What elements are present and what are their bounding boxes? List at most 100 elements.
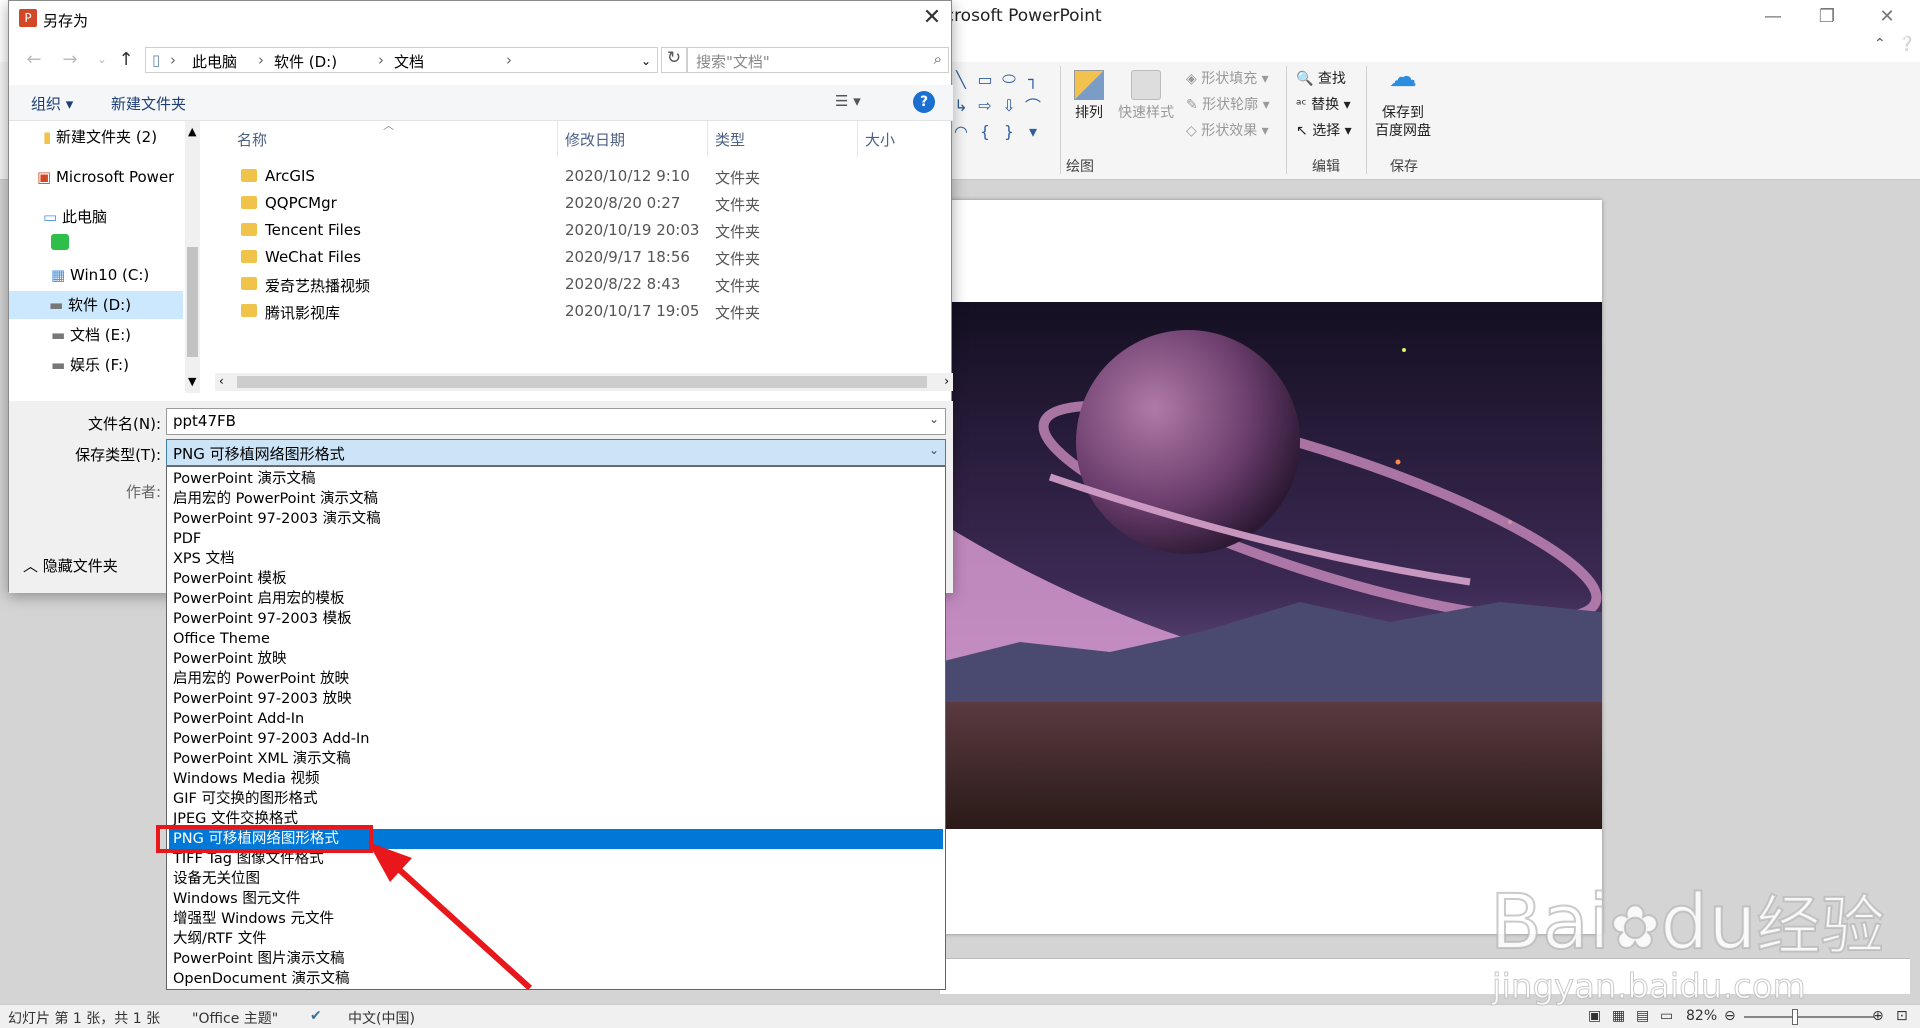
elbow-icon[interactable]: ┐ [1022,68,1044,90]
filetype-option[interactable]: PDF [169,529,943,549]
filetype-option[interactable]: GIF 可交换的图形格式 [169,789,943,809]
save-to-baidu-button[interactable]: ☁ 保存到 百度网盘 [1370,63,1436,140]
select-button[interactable]: ↖ 选择 ▾ [1296,120,1352,140]
tree-item-drive-c[interactable]: ▦ Win10 (C:) [51,261,149,289]
filetype-option[interactable]: PowerPoint 97-2003 放映 [169,689,943,709]
quick-styles-button[interactable]: 快速样式 [1114,68,1178,122]
more-shapes-icon[interactable]: ▾ [1022,120,1044,142]
back-icon[interactable]: ← [23,49,45,70]
filetype-option[interactable]: PowerPoint 97-2003 Add-In [169,729,943,749]
line-icon[interactable]: ╲ [950,68,972,90]
powerpoint-icon: ▣ [37,168,52,186]
filetype-select[interactable]: PNG 可移植网络图形格式 ⌄ [166,439,946,466]
filetype-option[interactable]: 启用宏的 PowerPoint 放映 [169,669,943,689]
find-button[interactable]: 🔍 查找 [1296,68,1346,88]
help-icon[interactable]: ❔ [1898,36,1915,52]
replace-button[interactable]: ᵃᶜ 替换 ▾ [1296,94,1351,114]
refresh-icon[interactable]: ↻ [661,47,687,73]
up-icon[interactable]: ↑ [115,49,137,70]
shape-effects-button[interactable]: ◇ 形状效果 ▾ [1186,120,1269,140]
file-row[interactable]: Tencent Files 2020/10/19 20:03 文件夹 [207,217,947,244]
tree-scroll-thumb[interactable] [187,247,198,357]
breadcrumb-documents[interactable]: 文档 [394,51,424,72]
close-window-button[interactable]: ✕ [1864,6,1910,30]
filetype-option[interactable]: PowerPoint 放映 [169,649,943,669]
tree-item-this-pc[interactable]: ▭ 此电脑 [43,203,107,231]
shape-fill-button[interactable]: ◈ 形状填充 ▾ [1186,68,1269,88]
filetype-option[interactable]: OpenDocument 演示文稿 [169,969,943,989]
language[interactable]: 中文(中国) [348,1008,415,1028]
tree-scrollbar[interactable]: ▲ ▼ [185,121,200,393]
column-size[interactable]: 大小 [865,129,895,150]
filetype-option[interactable]: PowerPoint 97-2003 模板 [169,609,943,629]
filename-input[interactable]: ppt47FB ⌄ [166,408,946,435]
new-folder-button[interactable]: 新建文件夹 [111,93,186,114]
filetype-option[interactable]: 增强型 Windows 元文件 [169,909,943,929]
breadcrumb-this-pc[interactable]: 此电脑 [192,51,237,72]
rectangle-icon[interactable]: ▭ [974,68,996,90]
close-icon[interactable]: ✕ [917,5,947,33]
oval-icon[interactable]: ⬭ [998,68,1020,90]
hide-folders-button[interactable]: ︿ 隐藏文件夹 [23,555,118,576]
filetype-option[interactable]: Windows Media 视频 [169,769,943,789]
recent-dropdown-icon[interactable]: ⌄ [91,52,113,66]
arrange-button[interactable]: 排列 [1066,68,1112,122]
column-name[interactable]: 名称 [237,129,267,150]
filetype-option[interactable]: PowerPoint 启用宏的模板 [169,589,943,609]
slide-picture[interactable] [940,302,1602,829]
spellcheck-icon[interactable]: ✔ [310,1008,322,1024]
connector-icon[interactable]: ↳ [950,94,972,116]
file-row[interactable]: QQPCMgr 2020/8/20 0:27 文件夹 [207,190,947,217]
filetype-option[interactable]: PowerPoint 97-2003 演示文稿 [169,509,943,529]
file-row[interactable]: 爱奇艺热播视频 2020/8/22 8:43 文件夹 [207,271,947,298]
column-date[interactable]: 修改日期 [565,129,625,150]
brace-right-icon[interactable]: } [998,120,1020,142]
tree-item-app[interactable] [51,231,69,259]
address-bar[interactable]: ▯ › 此电脑 › 软件 (D:) › 文档 › ⌄ [145,47,658,73]
arc-icon[interactable]: ◠ [950,120,972,142]
brace-left-icon[interactable]: { [974,120,996,142]
tree-item-new-folder-2[interactable]: ▮ 新建文件夹 (2) [43,123,157,151]
filetype-option[interactable]: Office Theme [169,629,943,649]
file-row[interactable]: ArcGIS 2020/10/12 9:10 文件夹 [207,163,947,190]
chevron-down-icon[interactable]: ⌄ [641,54,651,68]
help-icon[interactable]: ? [913,91,935,113]
organize-button[interactable]: 组织 ▾ [31,93,73,114]
collapse-ribbon-icon[interactable]: ⌃ [1874,36,1886,52]
scroll-right-icon[interactable]: › [944,374,949,388]
chevron-down-icon[interactable]: ⌄ [929,412,939,426]
shape-outline-button[interactable]: ✎ 形状轮廓 ▾ [1186,94,1270,114]
tree-item-powerpoint[interactable]: ▣ Microsoft Power [37,163,174,191]
scroll-down-icon[interactable]: ▼ [188,375,196,388]
minimize-button[interactable]: — [1750,6,1796,30]
scroll-up-icon[interactable]: ▲ [188,125,196,138]
filetype-option[interactable]: PowerPoint 模板 [169,569,943,589]
column-type[interactable]: 类型 [715,129,745,150]
hscroll-thumb[interactable] [237,376,927,388]
down-arrow-icon[interactable]: ⇩ [998,94,1020,116]
breadcrumb-drive-d[interactable]: 软件 (D:) [274,51,337,72]
search-input[interactable]: 搜索"文档" ⌕ [687,47,949,73]
filetype-option[interactable]: PowerPoint 演示文稿 [169,469,943,489]
filetype-option[interactable]: XPS 文档 [169,549,943,569]
restore-button[interactable]: ❐ [1804,6,1850,30]
filetype-option[interactable]: PowerPoint XML 演示文稿 [169,749,943,769]
forward-icon[interactable]: → [59,49,81,70]
shapes-gallery[interactable]: ╲ ▭ ⬭ ┐ ↳ ⇨ ⇩ ⌒ ◠ { } ▾ [950,68,1050,144]
filetype-option[interactable]: Windows 图元文件 [169,889,943,909]
filetype-option[interactable]: PowerPoint 图片演示文稿 [169,949,943,969]
file-row[interactable]: 腾讯影视库 2020/10/17 19:05 文件夹 [207,298,947,325]
view-options-icon[interactable]: ☰ ▾ [835,92,861,110]
curve-icon[interactable]: ⌒ [1022,94,1044,116]
file-list-hscrollbar[interactable]: ‹ › [215,373,953,391]
filetype-option[interactable]: PowerPoint Add-In [169,709,943,729]
file-row[interactable]: WeChat Files 2020/9/17 18:56 文件夹 [207,244,947,271]
filetype-option[interactable]: 设备无关位图 [169,869,943,889]
scroll-left-icon[interactable]: ‹ [219,374,224,388]
right-arrow-icon[interactable]: ⇨ [974,94,996,116]
filetype-option[interactable]: 启用宏的 PowerPoint 演示文稿 [169,489,943,509]
filetype-option[interactable]: 大纲/RTF 文件 [169,929,943,949]
tree-item-drive-f[interactable]: ▬ 娱乐 (F:) [51,351,129,379]
tree-item-drive-d[interactable]: ▬ 软件 (D:) [9,291,183,319]
tree-item-drive-e[interactable]: ▬ 文档 (E:) [51,321,131,349]
